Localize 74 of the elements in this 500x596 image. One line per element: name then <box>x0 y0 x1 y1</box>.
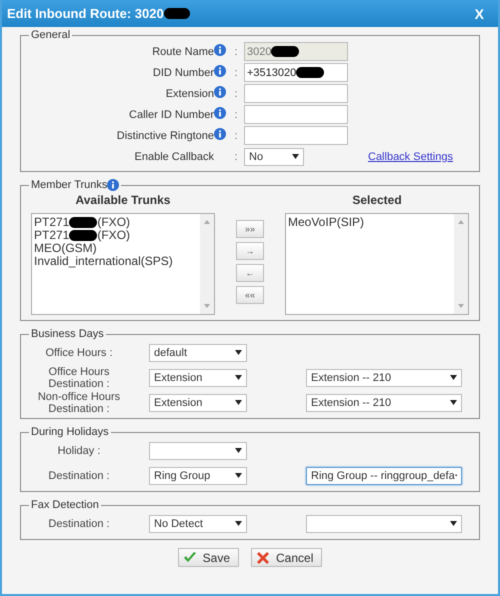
text-field[interactable]: +3513020 <box>244 63 348 82</box>
colon: : <box>233 66 239 78</box>
field-label: Office Hours Destination : <box>47 366 111 390</box>
dropdown[interactable]: Ring Group -- ringgroup_defa <box>306 466 462 484</box>
text-field[interactable] <box>244 105 348 124</box>
dropdown[interactable]: Extension -- 210 <box>306 394 462 412</box>
dropdown[interactable]: Extension <box>149 368 247 386</box>
window-title: Edit Inbound Route: 3020 <box>7 6 190 21</box>
section-title: Fax Detection <box>30 499 100 511</box>
field-label: DID Number <box>152 66 214 78</box>
info-icon[interactable] <box>214 86 226 98</box>
move-button[interactable]: »» <box>236 220 264 238</box>
dropdown[interactable]: Extension -- 210 <box>306 368 462 386</box>
field-label: Holiday : <box>56 444 102 456</box>
dropdown[interactable] <box>306 514 462 532</box>
section-title: Business Days <box>30 328 105 340</box>
caret-icon <box>292 154 299 159</box>
dropdown[interactable] <box>149 442 247 460</box>
colon: : <box>233 46 239 58</box>
scrollbar[interactable] <box>454 214 468 314</box>
info-icon[interactable] <box>214 65 226 77</box>
scrollbar[interactable] <box>200 214 214 314</box>
field-label: Destination : <box>47 470 111 482</box>
colon: : <box>233 150 239 162</box>
cross-icon <box>256 550 270 564</box>
caret-icon <box>235 521 242 526</box>
caret-icon <box>235 350 242 355</box>
caret-icon <box>235 400 242 405</box>
section-title: During Holidays <box>30 426 110 438</box>
move-button[interactable]: → <box>236 242 264 260</box>
dropdown[interactable]: No Detect <box>149 514 247 532</box>
info-icon[interactable] <box>107 179 120 191</box>
trunk-item[interactable]: PT271 (FXO) <box>34 229 198 242</box>
dropdown[interactable]: No <box>244 148 304 166</box>
caret-icon <box>450 400 457 405</box>
field-label: Extension <box>164 88 214 100</box>
caret-icon <box>235 473 242 478</box>
column-heading: Selected <box>352 193 402 207</box>
caret-icon <box>450 375 457 380</box>
trunk-item[interactable]: MEO(GSM) <box>34 242 198 255</box>
trunk-item[interactable]: Invalid_international(SPS) <box>34 255 198 268</box>
caret-icon <box>235 375 242 380</box>
dropdown[interactable]: default <box>149 344 247 362</box>
colon: : <box>233 88 239 100</box>
callback-settings-link[interactable]: Callback Settings <box>368 150 471 162</box>
field-label: Non-office Hours Destination : <box>36 390 122 414</box>
field-label: Caller ID Number <box>128 108 214 120</box>
field-label: Office Hours : <box>44 346 114 358</box>
field-label: Route Name <box>151 46 214 58</box>
column-heading: Available Trunks <box>76 193 170 207</box>
dropdown[interactable]: Extension <box>149 394 247 412</box>
trunk-item[interactable]: PT271 (FXO) <box>34 216 198 229</box>
list-box[interactable]: MeoVoIP(SIP) <box>285 213 469 315</box>
caret-icon <box>235 448 242 453</box>
text-field[interactable] <box>244 84 348 103</box>
field-label: Destination : <box>47 518 111 530</box>
text-field[interactable] <box>244 126 348 145</box>
move-button[interactable]: «« <box>236 286 264 304</box>
field-label: Distinctive Ringtone <box>116 130 214 142</box>
move-button[interactable]: ← <box>236 264 264 282</box>
save-button[interactable]: Save <box>178 548 239 567</box>
info-icon[interactable] <box>214 107 226 119</box>
colon: : <box>233 108 239 120</box>
section-title: Member Trunks <box>31 179 108 191</box>
cancel-button[interactable]: Cancel <box>251 548 322 567</box>
trunk-item[interactable]: MeoVoIP(SIP) <box>288 216 452 229</box>
info-icon[interactable] <box>214 128 226 140</box>
section-title: General <box>30 29 72 41</box>
caret-icon <box>450 521 457 526</box>
dropdown[interactable]: Ring Group <box>149 466 247 484</box>
field-label: Enable Callback <box>134 150 214 162</box>
colon: : <box>233 130 239 142</box>
list-box[interactable]: PT271 (FXO) PT271 (FXO) MEO(GSM) Invalid_international(SPS) <box>31 213 215 315</box>
checkmark-icon <box>182 552 197 564</box>
